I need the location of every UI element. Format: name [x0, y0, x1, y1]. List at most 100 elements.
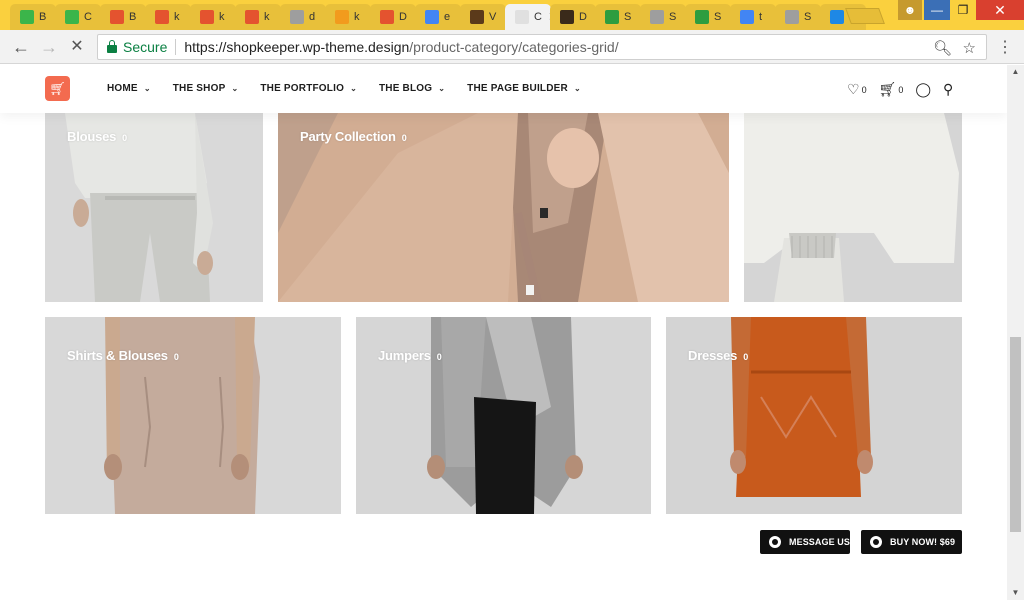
browser-tab[interactable]: e [415, 4, 461, 30]
page-viewport: Blouses 0 Party Collection 0 Shirts & Bl… [0, 65, 1007, 600]
chevron-down-icon: ⌄ [143, 84, 151, 93]
cart-button[interactable]: 🛒︎ 0 [879, 81, 904, 98]
browser-tab[interactable]: t [730, 4, 776, 30]
category-tile-third[interactable] [744, 113, 962, 302]
scrollbar-thumb[interactable] [1010, 337, 1021, 532]
site-header: 🛒︎ HOME ⌄ THE SHOP ⌄ THE PORTFOLIO ⌄ THE BL… [0, 65, 1007, 113]
category-name: Shirts & Blouses [67, 348, 168, 363]
tab-favicon-icon [560, 10, 574, 24]
buy-now-label: BUY NOW! $69 [890, 537, 956, 547]
browser-tab[interactable]: k [235, 4, 281, 30]
category-name: Jumpers [378, 348, 431, 363]
nav-item-the-shop[interactable]: THE SHOP ⌄ [173, 83, 239, 94]
browser-tab[interactable]: S [685, 4, 731, 30]
tab-favicon-icon [335, 10, 349, 24]
tab-title: S [624, 11, 632, 23]
tab-favicon-icon [200, 10, 214, 24]
chevron-down-icon: ⌄ [573, 84, 581, 93]
search-button[interactable]: ⚲ [943, 81, 953, 98]
user-profile-icon[interactable]: ☻ [898, 0, 922, 20]
scroll-up-arrow[interactable]: ▲ [1007, 65, 1024, 79]
tab-title: C [84, 11, 92, 23]
header-tools: ♡ 0 🛒︎ 0 ◯ ⚲ [847, 81, 965, 98]
close-window-button[interactable]: ✕ [976, 0, 1024, 20]
browser-tab[interactable]: B [100, 4, 146, 30]
browser-tab[interactable]: V [460, 4, 506, 30]
category-tile-dresses[interactable]: Dresses 0 [666, 317, 962, 514]
new-tab-button[interactable] [845, 8, 885, 24]
browser-tab[interactable]: S [640, 4, 686, 30]
browser-tab[interactable]: k [145, 4, 191, 30]
tab-favicon-icon [110, 10, 124, 24]
tab-title: t [759, 11, 763, 23]
messenger-icon [769, 536, 781, 548]
nav-item-the-page-builder[interactable]: THE PAGE BUILDER ⌄ [467, 83, 581, 94]
nav-item-the-portfolio[interactable]: THE PORTFOLIO ⌄ [260, 83, 357, 94]
tab-favicon-icon [470, 10, 484, 24]
tab-title: S [669, 11, 677, 23]
browser-tab[interactable]: k [190, 4, 236, 30]
category-name: Party Collection [300, 129, 396, 144]
category-label [766, 129, 772, 144]
minimize-button[interactable]: — [924, 0, 950, 20]
account-button[interactable]: ◯ [915, 81, 931, 98]
browser-tab[interactable]: k [325, 4, 371, 30]
tab-favicon-icon [650, 10, 664, 24]
message-us-button[interactable]: MESSAGE US [760, 530, 850, 554]
dresses-photo [666, 317, 962, 514]
main-navigation: HOME ⌄ THE SHOP ⌄ THE PORTFOLIO ⌄ THE BLOG ⌄… [107, 83, 603, 94]
browser-tab[interactable]: S [775, 4, 821, 30]
maximize-button[interactable]: ❐ [950, 0, 976, 20]
category-tile-party-collection[interactable]: Party Collection 0 [278, 113, 729, 302]
buy-now-button[interactable]: BUY NOW! $69 [861, 530, 962, 554]
jumpers-photo [356, 317, 651, 514]
cart-count: 0 [898, 84, 904, 95]
tab-title: C [534, 11, 542, 23]
category-tile-blouses[interactable]: Blouses 0 [45, 113, 263, 302]
user-icon: ◯ [915, 81, 932, 97]
tab-favicon-icon [155, 10, 169, 24]
browser-tab[interactable]: C✕ [505, 4, 551, 30]
browser-tab[interactable]: D [370, 4, 416, 30]
wishlist-count: 0 [861, 84, 867, 95]
address-bar[interactable]: Secure https://shopkeeper.wp-theme.desig… [97, 34, 987, 60]
nav-item-the-blog[interactable]: THE BLOG ⌄ [379, 83, 445, 94]
shop-logo-cart-icon[interactable]: 🛒︎ [45, 76, 70, 101]
zoom-icon[interactable]: 🔍︎ [933, 39, 952, 57]
heart-icon: ♡ [847, 81, 860, 97]
back-button[interactable]: ← [11, 37, 31, 57]
nav-label: HOME [107, 83, 138, 94]
nav-item-home[interactable]: HOME ⌄ [107, 83, 151, 94]
tab-favicon-icon [830, 10, 844, 24]
third-category-photo [744, 113, 962, 302]
category-label: Party Collection 0 [300, 129, 407, 144]
tab-favicon-icon [515, 10, 529, 24]
category-count: 0 [743, 352, 749, 362]
tab-title: B [39, 11, 47, 23]
wishlist-button[interactable]: ♡ 0 [847, 81, 867, 98]
tab-title: d [309, 11, 316, 23]
url-host: https://shopkeeper.wp-theme.design [184, 39, 410, 55]
browser-tab[interactable]: S [595, 4, 641, 30]
browser-tab[interactable]: d [280, 4, 326, 30]
category-tile-shirts-blouses[interactable]: Shirts & Blouses 0 [45, 317, 341, 514]
category-label: Blouses 0 [67, 129, 127, 144]
browser-tab[interactable]: D [550, 4, 596, 30]
category-count: 0 [401, 133, 407, 143]
tab-title: D [579, 11, 587, 23]
category-name: Blouses [67, 129, 117, 144]
bookmark-star-icon[interactable]: ☆ [963, 39, 976, 57]
stop-loading-button[interactable]: ✕ [67, 37, 87, 57]
tab-title: e [444, 11, 451, 23]
scroll-down-arrow[interactable]: ▼ [1007, 586, 1024, 600]
browser-tab[interactable]: C [55, 4, 101, 30]
category-label: Jumpers 0 [378, 348, 442, 363]
tab-favicon-icon [65, 10, 79, 24]
category-tile-jumpers[interactable]: Jumpers 0 [356, 317, 651, 514]
browser-tab[interactable]: B [10, 4, 56, 30]
browser-menu-icon[interactable]: ⋮ [997, 37, 1013, 57]
page-scrollbar[interactable]: ▲ ▼ [1007, 65, 1024, 600]
tab-favicon-icon [425, 10, 439, 24]
forward-button[interactable]: → [39, 37, 59, 57]
tab-title: S [804, 11, 812, 23]
